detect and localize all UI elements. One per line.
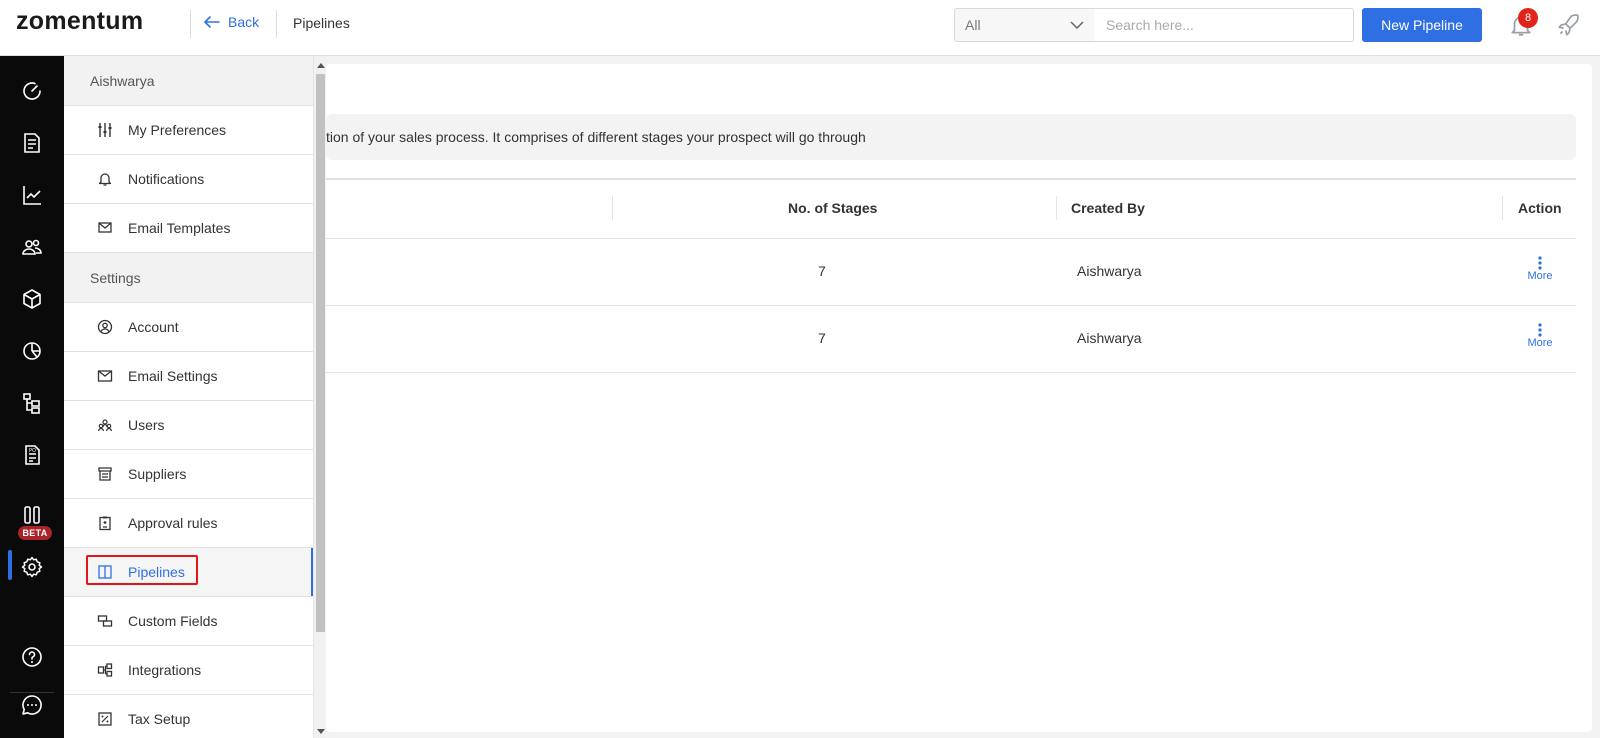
fields-icon — [96, 612, 114, 630]
store-icon — [96, 465, 114, 483]
drawer-item-approval-rules[interactable]: Approval rules — [64, 499, 313, 548]
drawer-item-label: Pipelines — [128, 564, 185, 580]
workflow-icon[interactable] — [0, 380, 64, 426]
users-icon — [96, 416, 114, 434]
zomentum-logo[interactable]: zomentum — [16, 7, 143, 36]
rocket-icon[interactable] — [1556, 12, 1582, 38]
primary-nav-rail: PO BETA — [0, 56, 64, 738]
columns-icon — [96, 563, 114, 581]
drawer-item-label: Tax Setup — [128, 711, 191, 727]
drawer-item-pipelines[interactable]: Pipelines — [64, 548, 313, 597]
drawer-item-email-settings[interactable]: Email Settings — [64, 352, 313, 401]
column-header-action: Action — [1518, 200, 1562, 216]
drawer-item-label: Users — [128, 417, 165, 433]
drawer-item-label: Notifications — [128, 171, 205, 187]
sliders-icon — [96, 121, 114, 139]
column-separator — [1502, 196, 1503, 220]
drawer-item-custom-fields[interactable]: Custom Fields — [64, 597, 313, 646]
drawer-item-label: Approval rules — [128, 515, 218, 531]
integrations-icon — [96, 661, 114, 679]
drawer-item-label: Custom Fields — [128, 613, 218, 629]
dashboard-icon[interactable] — [0, 68, 64, 114]
more-label: More — [1527, 270, 1553, 282]
chat-icon[interactable] — [0, 682, 64, 728]
row-divider — [326, 238, 1576, 239]
user-circle-icon — [96, 318, 114, 336]
notification-count-badge: 8 — [1518, 8, 1538, 28]
filter-value: All — [965, 17, 981, 33]
drawer-item-label: Email Settings — [128, 368, 218, 384]
mail-icon — [96, 219, 114, 237]
pipelines-card — [326, 64, 1592, 732]
table-top-border — [326, 178, 1576, 180]
user-section-header: Aishwarya — [64, 56, 313, 106]
header-divider — [276, 10, 277, 38]
created-by-cell: Aishwarya — [1077, 263, 1142, 279]
column-header-stages[interactable]: No. of Stages — [788, 200, 877, 216]
search-input[interactable] — [1094, 8, 1354, 42]
drawer-item-label: Integrations — [128, 662, 202, 678]
svg-text:PO: PO — [29, 448, 36, 454]
column-separator — [612, 196, 613, 220]
drawer-item-label: Email Templates — [128, 220, 231, 236]
settings-section-header: Settings — [64, 253, 313, 303]
analytics-icon[interactable] — [0, 328, 64, 374]
settings-drawer: Aishwarya My Preferences Notifications E… — [64, 56, 314, 738]
scroll-down-arrow-icon[interactable] — [316, 726, 325, 736]
drawer-item-integrations[interactable]: Integrations — [64, 646, 313, 695]
drawer-item-label: Account — [128, 319, 179, 335]
documents-icon[interactable] — [0, 120, 64, 166]
scroll-up-arrow-icon[interactable] — [316, 60, 325, 70]
breadcrumb-current: Pipelines — [293, 15, 350, 31]
purchase-order-icon[interactable]: PO — [0, 432, 64, 478]
reports-icon[interactable] — [0, 172, 64, 218]
column-separator — [1056, 196, 1057, 220]
drawer-item-notifications[interactable]: Notifications — [64, 155, 313, 204]
more-actions-button[interactable]: More — [1520, 323, 1560, 349]
products-icon[interactable] — [0, 276, 64, 322]
drawer-item-account[interactable]: Account — [64, 303, 313, 352]
more-actions-button[interactable]: More — [1520, 256, 1560, 282]
drawer-item-label: Suppliers — [128, 466, 187, 482]
clients-icon[interactable] — [0, 224, 64, 270]
back-label: Back — [228, 14, 260, 30]
help-icon[interactable] — [0, 634, 64, 680]
column-header-created-by[interactable]: Created By — [1071, 200, 1145, 216]
kebab-menu-icon — [1538, 256, 1542, 270]
stages-cell: 7 — [818, 263, 826, 279]
info-text: tion of your sales process. It comprises… — [326, 129, 866, 145]
clipboard-icon — [96, 514, 114, 532]
back-button[interactable]: Back — [204, 14, 259, 30]
drawer-scrollbar-thumb[interactable] — [316, 74, 325, 632]
tax-icon — [96, 710, 114, 728]
created-by-cell: Aishwarya — [1077, 330, 1142, 346]
top-bar: zomentum Back Pipelines All New Pipeline… — [0, 0, 1600, 56]
search-filter-select[interactable]: All — [954, 8, 1095, 42]
drawer-item-my-preferences[interactable]: My Preferences — [64, 106, 313, 155]
arrow-left-icon — [204, 16, 220, 28]
drawer-item-users[interactable]: Users — [64, 401, 313, 450]
drawer-item-label: My Preferences — [128, 122, 227, 138]
settings-icon[interactable] — [0, 544, 64, 590]
drawer-item-email-templates[interactable]: Email Templates — [64, 204, 313, 253]
pipelines-info-banner: tion of your sales process. It comprises… — [326, 114, 1576, 160]
header-divider — [190, 10, 191, 38]
new-pipeline-button[interactable]: New Pipeline — [1362, 8, 1482, 42]
chevron-down-icon — [1070, 21, 1084, 29]
kebab-menu-icon — [1538, 323, 1542, 337]
row-divider — [326, 372, 1576, 373]
row-divider — [326, 305, 1576, 306]
bell-icon — [96, 170, 114, 188]
pipelines-board-icon[interactable] — [0, 492, 64, 538]
stages-cell: 7 — [818, 330, 826, 346]
more-label: More — [1527, 337, 1553, 349]
drawer-item-suppliers[interactable]: Suppliers — [64, 450, 313, 499]
drawer-item-tax-setup[interactable]: Tax Setup — [64, 695, 313, 738]
envelope-icon — [96, 367, 114, 385]
